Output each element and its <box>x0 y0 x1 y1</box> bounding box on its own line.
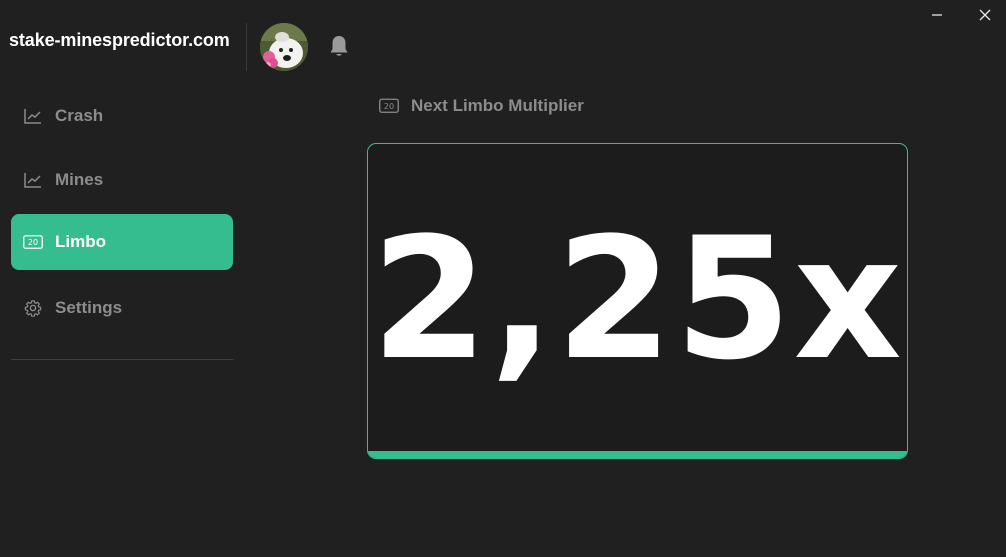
card-accent-bar <box>368 451 907 458</box>
gear-icon <box>23 298 43 318</box>
avatar-image <box>260 23 308 71</box>
section-title: Next Limbo Multiplier <box>411 96 584 115</box>
close-icon <box>979 9 991 21</box>
minimize-icon <box>932 14 942 16</box>
multiplier-value: 2,25x <box>371 201 904 397</box>
sidebar-item-label: Crash <box>55 106 104 125</box>
bell-icon <box>330 36 348 56</box>
limbo-20-icon: 20 <box>23 232 43 252</box>
notification-button[interactable] <box>327 33 351 59</box>
sidebar-item-label: Settings <box>55 298 123 317</box>
minimize-button[interactable] <box>914 0 960 30</box>
sidebar-item-limbo[interactable]: 20 Limbo <box>11 214 233 270</box>
sidebar-item-label: Limbo <box>55 232 106 251</box>
sidebar-item-mines[interactable]: Mines <box>11 152 233 208</box>
header-divider <box>246 23 247 71</box>
app-window: stake-minespredictor.com Crash Mines 20 … <box>0 0 1006 557</box>
chart-line-icon <box>23 170 43 190</box>
sidebar-item-settings[interactable]: Settings <box>11 280 233 336</box>
sidebar-item-crash[interactable]: Crash <box>11 88 233 144</box>
limbo-20-icon: 20 <box>379 98 399 113</box>
chart-line-icon <box>23 106 43 126</box>
close-button[interactable] <box>962 0 1006 30</box>
sidebar-item-label: Mines <box>55 170 104 189</box>
site-title: stake-minespredictor.com <box>9 30 230 50</box>
limbo-icon-text: 20 <box>28 238 38 247</box>
multiplier-card: 2,25x <box>367 143 908 459</box>
avatar[interactable] <box>260 23 308 71</box>
section-icon-text: 20 <box>384 102 394 111</box>
section-header: 20 Next Limbo Multiplier <box>379 96 584 116</box>
sidebar-divider <box>11 359 234 360</box>
